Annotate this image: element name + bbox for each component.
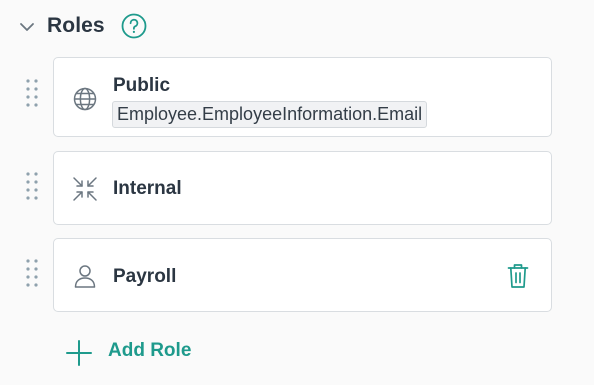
help-circle-icon[interactable] xyxy=(121,13,147,44)
role-field-chip: Employee.EmployeeInformation.Email xyxy=(112,101,428,128)
chevron-down-icon[interactable] xyxy=(18,18,36,41)
role-name: Internal xyxy=(113,178,182,199)
drag-handle-icon[interactable] xyxy=(26,79,38,112)
role-card[interactable]: Public Employee.EmployeeInformation.Emai… xyxy=(53,57,552,137)
plus-icon xyxy=(66,340,92,371)
role-card[interactable]: Payroll xyxy=(53,238,552,312)
drag-handle-icon[interactable] xyxy=(26,172,38,205)
roles-section-header: Roles xyxy=(0,0,594,54)
user-icon xyxy=(72,263,98,294)
globe-icon xyxy=(72,86,98,117)
role-name: Payroll xyxy=(113,266,177,287)
trash-icon[interactable] xyxy=(507,263,529,294)
arrows-collapse-icon xyxy=(72,176,98,207)
role-card[interactable]: Internal xyxy=(53,151,552,225)
add-role-label: Add Role xyxy=(108,340,192,361)
role-name: Public xyxy=(113,75,171,96)
drag-handle-icon[interactable] xyxy=(26,259,38,292)
section-title: Roles xyxy=(47,14,105,37)
